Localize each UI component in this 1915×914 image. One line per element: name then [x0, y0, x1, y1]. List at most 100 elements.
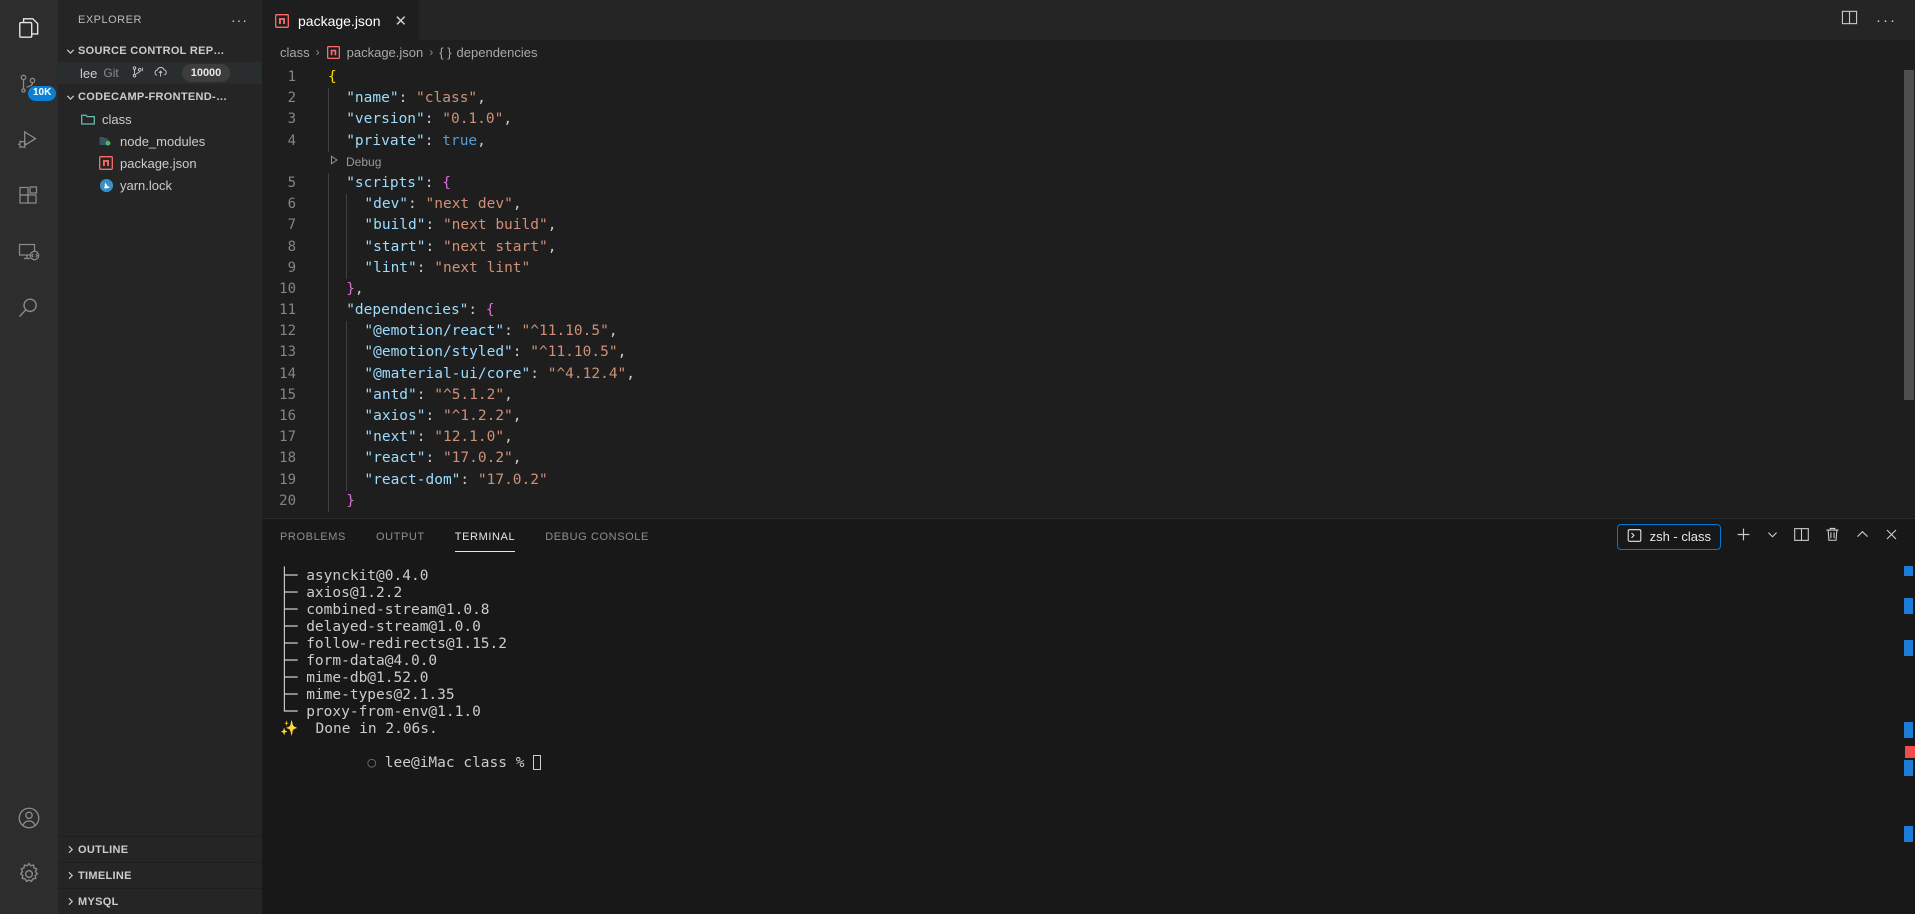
code-text: "version": "0.1.0", — [310, 109, 512, 131]
tree-item-yarn-lock[interactable]: yarn.lock — [58, 174, 262, 196]
line-number: 11 — [279, 302, 296, 319]
maximize-panel-icon[interactable] — [1855, 527, 1870, 547]
source-control-repo-row[interactable]: lee Git 10000 — [58, 62, 262, 84]
indent-guide — [328, 321, 346, 343]
code-token: , — [354, 280, 364, 297]
code-line: 14 "@material-ui/core": "^4.12.4", — [262, 363, 1915, 385]
more-actions-icon[interactable]: ··· — [1876, 12, 1897, 29]
split-editor-icon[interactable] — [1841, 9, 1858, 31]
bottom-panel: PROBLEMS OUTPUT TERMINAL DEBUG CONSOLE zsh … — [262, 518, 1915, 914]
section-header-project[interactable]: CODECAMP-FRONTEND-… — [58, 86, 262, 108]
sync-cloud-icon[interactable] — [153, 65, 168, 82]
tree-item-package-json[interactable]: package.json — [58, 152, 262, 174]
code-token: "dev" — [364, 196, 409, 213]
code-text: "dependencies": { — [310, 300, 495, 322]
new-terminal-icon[interactable] — [1735, 526, 1752, 548]
panel-tab-label: PROBLEMS — [280, 530, 346, 543]
code-token: "@emotion/react" — [364, 323, 505, 340]
code-editor[interactable]: 1{2 "name": "class", 3 "version": "0.1.0", 4… — [262, 64, 1915, 518]
code-token: "private" — [346, 132, 425, 149]
indent-guide — [328, 490, 346, 512]
code-line: 19 "react-dom": "17.0.2" — [262, 469, 1915, 491]
editor-scrollbar[interactable] — [1901, 64, 1915, 518]
section-header-mysql[interactable]: MYSQL — [58, 888, 262, 914]
sidebar-more-actions-icon[interactable]: ··· — [231, 12, 252, 28]
line-number: 18 — [279, 450, 296, 467]
editor-scrollbar-thumb[interactable] — [1904, 70, 1914, 400]
codelens-debug[interactable]: Debug — [262, 152, 1915, 173]
panel-tab-debug-console[interactable]: DEBUG CONSOLE — [545, 519, 649, 554]
tree-item-node_modules[interactable]: node_modules — [58, 130, 262, 152]
yarn-file-icon — [98, 177, 114, 193]
breadcrumb-item-class[interactable]: class — [280, 45, 310, 60]
code-token: : — [408, 196, 426, 213]
section-header-timeline[interactable]: TIMELINE — [58, 862, 262, 888]
code-token: : — [425, 217, 443, 234]
chevron-down-icon[interactable] — [1766, 528, 1779, 546]
kill-terminal-icon[interactable] — [1824, 526, 1841, 548]
breadcrumb-item-dependencies[interactable]: { } dependencies — [439, 45, 537, 60]
indent-guide — [328, 257, 346, 279]
terminal-output[interactable]: ├─ asynckit@0.4.0 ├─ axios@1.2.2 ├─ combin… — [262, 554, 1915, 914]
code-token: , — [477, 132, 486, 149]
extensions-icon[interactable] — [0, 168, 58, 224]
editor-area: package.json ✕ ··· class › package.json … — [262, 0, 1915, 914]
code-token: "start" — [364, 238, 426, 255]
line-number: 8 — [287, 238, 296, 255]
editor-tab-package-json[interactable]: package.json ✕ — [262, 0, 420, 40]
scrollbar-mark — [1904, 760, 1913, 776]
panel-tabs: PROBLEMS OUTPUT TERMINAL DEBUG CONSOLE — [280, 519, 649, 554]
line-number: 17 — [279, 429, 296, 446]
terminal-instance-chip[interactable]: zsh - class — [1616, 523, 1721, 550]
code-token: "next start" — [442, 238, 548, 255]
indent-guide — [328, 278, 346, 301]
breadcrumb-item-package-json[interactable]: package.json — [326, 44, 423, 60]
close-icon[interactable]: ✕ — [395, 12, 408, 30]
scrollbar-error-mark — [1905, 746, 1915, 758]
run-and-debug-icon[interactable] — [0, 112, 58, 168]
code-text: "antd": "^5.1.2", — [310, 384, 513, 406]
section-header-outline[interactable]: OUTLINE — [58, 836, 262, 862]
breadcrumb-separator-icon: › — [315, 45, 320, 59]
source-control-icon[interactable]: 10K — [0, 56, 58, 112]
section-header-source-control[interactable]: SOURCE CONTROL REP… — [58, 40, 262, 62]
code-text: "scripts": { — [310, 172, 451, 195]
run-triangle-icon[interactable] — [328, 152, 340, 173]
indent-guide — [328, 215, 346, 237]
code-text: "react-dom": "17.0.2" — [310, 469, 548, 491]
indent-guide — [328, 172, 346, 195]
tree-branch-glyph: ├─ — [280, 636, 307, 652]
code-lines: 1{2 "name": "class", 3 "version": "0.1.0", 4… — [262, 64, 1915, 512]
close-panel-icon[interactable] — [1884, 527, 1899, 547]
indent-guide — [346, 236, 364, 258]
code-token: "class" — [416, 90, 478, 107]
indent-guide — [346, 363, 364, 385]
braces-icon: { } — [439, 44, 452, 60]
terminal-line-text: Done in 2.06s. — [315, 721, 438, 737]
terminal-line: ├─ form-data@4.0.0 — [280, 653, 1915, 670]
code-token: : — [425, 450, 443, 467]
search-icon[interactable] — [0, 280, 58, 336]
terminal-line-text: delayed-stream@1.0.0 — [306, 619, 481, 635]
node-modules-folder-icon — [98, 133, 114, 149]
terminal-scrollbar[interactable] — [1901, 554, 1915, 914]
panel-tab-terminal[interactable]: TERMINAL — [454, 519, 516, 554]
remote-explorer-icon[interactable] — [0, 224, 58, 280]
panel-tab-problems[interactable]: PROBLEMS — [280, 519, 346, 554]
code-line: 5 "scripts": { — [262, 172, 1915, 195]
branch-icon[interactable] — [131, 65, 145, 82]
terminal-icon — [1627, 528, 1642, 546]
repo-change-count: 10000 — [181, 64, 231, 82]
explorer-icon[interactable] — [0, 0, 58, 56]
split-terminal-icon[interactable] — [1793, 526, 1810, 548]
tree-item-class[interactable]: class — [58, 108, 262, 130]
code-text: "private": true, — [310, 130, 486, 152]
line-number: 19 — [279, 471, 296, 488]
account-icon[interactable] — [0, 790, 58, 846]
code-token: , — [477, 90, 486, 107]
code-token: "^4.12.4" — [547, 365, 627, 382]
manage-gear-icon[interactable] — [0, 846, 58, 902]
terminal-line: ├─ delayed-stream@1.0.0 — [280, 619, 1915, 636]
panel-tab-output[interactable]: OUTPUT — [376, 519, 425, 554]
line-number: 9 — [287, 259, 296, 276]
